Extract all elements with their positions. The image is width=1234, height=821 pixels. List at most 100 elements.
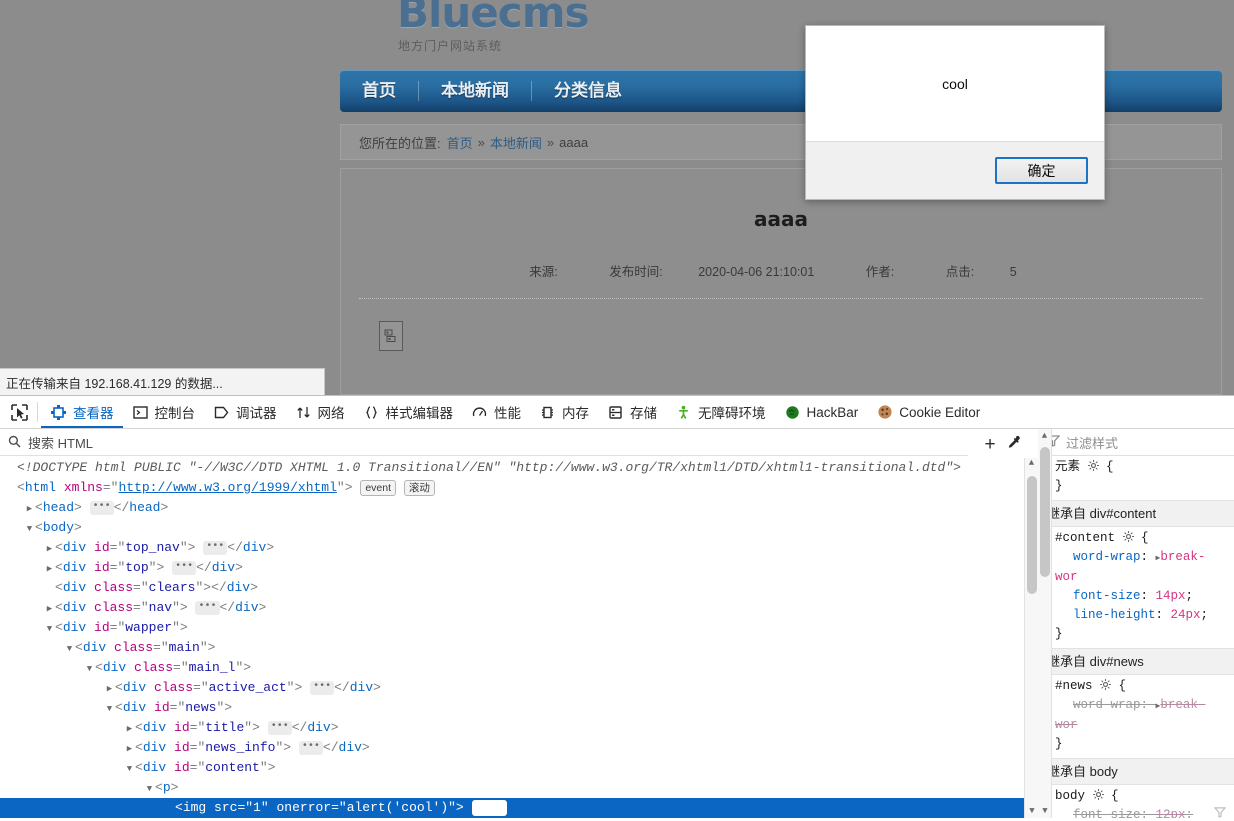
tab-debugger[interactable]: 调试器 (204, 396, 286, 428)
markup-row-top-nav[interactable]: ▶ <div id="top_nav"> ••• </div> (0, 538, 1038, 558)
tab-hackbar[interactable]: HackBar (775, 396, 868, 428)
markup-row-body[interactable]: ▼ <body> (0, 518, 1038, 538)
tab-label: 查看器 (73, 406, 114, 421)
console-icon (132, 404, 149, 421)
site-logo: Bluecms (397, 0, 589, 37)
css-value[interactable]: 24px (1171, 608, 1201, 622)
nav-item-local-news[interactable]: 本地新闻 (419, 70, 531, 112)
add-rule-button[interactable]: + (984, 435, 995, 454)
nav-item-classified[interactable]: 分类信息 (532, 70, 644, 112)
css-rule-element[interactable]: 元素 { } (1039, 456, 1234, 500)
filter-icon[interactable] (1213, 806, 1227, 818)
markup-row-content[interactable]: ▼ <div id="content"> (0, 758, 1038, 778)
event-badge[interactable]: event (471, 799, 508, 816)
toolbar-divider (37, 402, 38, 422)
scroll-badge[interactable]: 滚动 (403, 479, 435, 496)
event-badge[interactable]: event (360, 479, 397, 496)
collapsed-children-icon[interactable]: ••• (172, 560, 197, 575)
divider (359, 298, 1203, 299)
markup-row-news[interactable]: ▼ <div id="news"> (0, 698, 1038, 718)
tab-label: 内存 (562, 406, 589, 421)
markup-search-bar[interactable]: 搜索 HTML (0, 429, 1038, 456)
css-value[interactable]: 14px (1156, 589, 1186, 603)
broken-image-icon (379, 321, 403, 351)
dom-tree[interactable]: ▶<!DOCTYPE html PUBLIC "-//W3C//DTD XHTM… (0, 456, 1038, 818)
breadcrumb-separator: » (477, 134, 485, 150)
scrollbar-thumb[interactable] (1027, 476, 1037, 594)
browser-viewport: Bluecms 地方门户网站系统 首页 本地新闻 分类信息 您所在的位置: 首页… (0, 0, 1234, 395)
markup-vertical-scrollbar[interactable]: ▲ ▼ (1024, 456, 1038, 818)
collapsed-children-icon[interactable]: ••• (267, 720, 292, 735)
breadcrumb-link-local-news[interactable]: 本地新闻 (490, 133, 542, 152)
css-value[interactable]: 12px (1156, 808, 1186, 818)
gear-icon[interactable] (1122, 530, 1134, 542)
css-property[interactable]: line-height (1055, 606, 1156, 625)
tab-storage[interactable]: 存储 (598, 396, 666, 428)
element-picker-icon[interactable] (4, 398, 34, 426)
storage-icon (607, 404, 624, 421)
markup-row-p[interactable]: ▼ <p> (0, 778, 1038, 798)
css-property[interactable]: font-size (1055, 587, 1141, 606)
scrollbar-thumb[interactable] (1040, 447, 1050, 577)
cookie-icon (876, 404, 893, 421)
styles-vertical-scrollbar[interactable]: ▲ ▼ (1038, 429, 1052, 818)
markup-row-clears[interactable]: ▶<div class="clears"></div> (0, 578, 1038, 598)
breadcrumb-link-home[interactable]: 首页 (447, 133, 473, 152)
css-rules-list[interactable]: ▲ ▼ 元素 { } 继承自 div#content #content {wo… (1038, 429, 1234, 818)
css-rule-content[interactable]: #content { word-wrap: ▶break-wor font-si… (1039, 527, 1234, 648)
css-selector[interactable]: #content (1055, 531, 1115, 545)
markup-row-title[interactable]: ▶ <div id="title"> ••• </div> (0, 718, 1038, 738)
markup-row-head[interactable]: ▶ <head> ••• </head> (0, 498, 1038, 518)
tab-performance[interactable]: 性能 (462, 396, 530, 428)
tab-label: Cookie Editor (899, 404, 981, 420)
collapsed-children-icon[interactable]: ••• (310, 680, 335, 695)
tab-network[interactable]: 网络 (286, 396, 354, 428)
css-selector[interactable]: body (1055, 789, 1085, 803)
tab-inspector[interactable]: 查看器 (41, 396, 123, 428)
scroll-down-arrow[interactable]: ▼ (1038, 804, 1052, 818)
markup-row-nav[interactable]: ▶ <div class="nav"> ••• </div> (0, 598, 1038, 618)
gear-icon[interactable] (1100, 678, 1112, 690)
markup-row-main[interactable]: ▼ <div class="main"> (0, 638, 1038, 658)
styles-filter-bar[interactable]: 过滤样式 (1039, 429, 1234, 456)
search-input[interactable]: 搜索 HTML (28, 433, 93, 452)
markup-row-html[interactable]: ▶<html xmlns="http://www.w3.org/1999/xht… (0, 478, 1038, 498)
gear-icon[interactable] (1092, 788, 1104, 800)
tab-style-editor[interactable]: 样式编辑器 (354, 396, 463, 428)
devtools-body: 搜索 HTML ▶<!DOCTYPE html PUBLIC "-//W3C//… (0, 429, 1234, 818)
css-property[interactable]: word-wrap (1055, 696, 1141, 715)
css-rule-body[interactable]: body { font-size: 12px; font-family: Tah… (1039, 785, 1234, 818)
markup-row-selected-img[interactable]: ▶<img src="1" onerror="alert('cool')"> e… (0, 798, 1038, 818)
scroll-up-arrow[interactable]: ▲ (1025, 456, 1038, 470)
css-selector[interactable]: #news (1055, 679, 1093, 693)
meta-author: 作者: (865, 265, 895, 279)
css-rule-news[interactable]: #news { word-wrap: ▶break-wor } (1039, 675, 1234, 758)
markup-row-top[interactable]: ▶ <div id="top"> ••• </div> (0, 558, 1038, 578)
collapsed-children-icon[interactable]: ••• (298, 740, 323, 755)
collapsed-children-icon[interactable]: ••• (203, 540, 228, 555)
markup-row-active-act[interactable]: ▶ <div class="active_act"> ••• </div> (0, 678, 1038, 698)
tab-label: HackBar (806, 404, 859, 420)
article-panel: aaaa 来源: 发布时间: 2020-04-06 21:10:01 作者: 点… (340, 168, 1222, 395)
markup-row-news-info[interactable]: ▶ <div id="news_info"> ••• </div> (0, 738, 1038, 758)
tab-cookie-editor[interactable]: Cookie Editor (867, 396, 989, 428)
tab-console[interactable]: 控制台 (123, 396, 205, 428)
css-property[interactable]: word-wrap (1055, 548, 1141, 567)
alert-ok-button[interactable]: 确定 (995, 157, 1088, 184)
nav-item-home[interactable]: 首页 (340, 70, 418, 112)
article-title: aaaa (754, 207, 808, 231)
css-property[interactable]: font-size (1055, 806, 1141, 818)
tab-memory[interactable]: 内存 (530, 396, 598, 428)
inherited-from-content: 继承自 div#content (1039, 500, 1234, 527)
scroll-down-arrow[interactable]: ▼ (1025, 804, 1038, 818)
alert-dialog: cool 确定 (805, 25, 1105, 200)
collapsed-children-icon[interactable]: ••• (195, 600, 220, 615)
collapsed-children-icon[interactable]: ••• (89, 500, 114, 515)
gear-icon[interactable] (1087, 459, 1099, 471)
markup-row-wapper[interactable]: ▼ <div id="wapper"> (0, 618, 1038, 638)
eyedropper-icon[interactable] (1006, 435, 1022, 454)
tab-accessibility[interactable]: 无障碍环境 (666, 396, 775, 428)
styles-filter-input[interactable]: 过滤样式 (1066, 433, 1118, 452)
markup-row-main-l[interactable]: ▼ <div class="main_l"> (0, 658, 1038, 678)
debugger-icon (213, 404, 230, 421)
